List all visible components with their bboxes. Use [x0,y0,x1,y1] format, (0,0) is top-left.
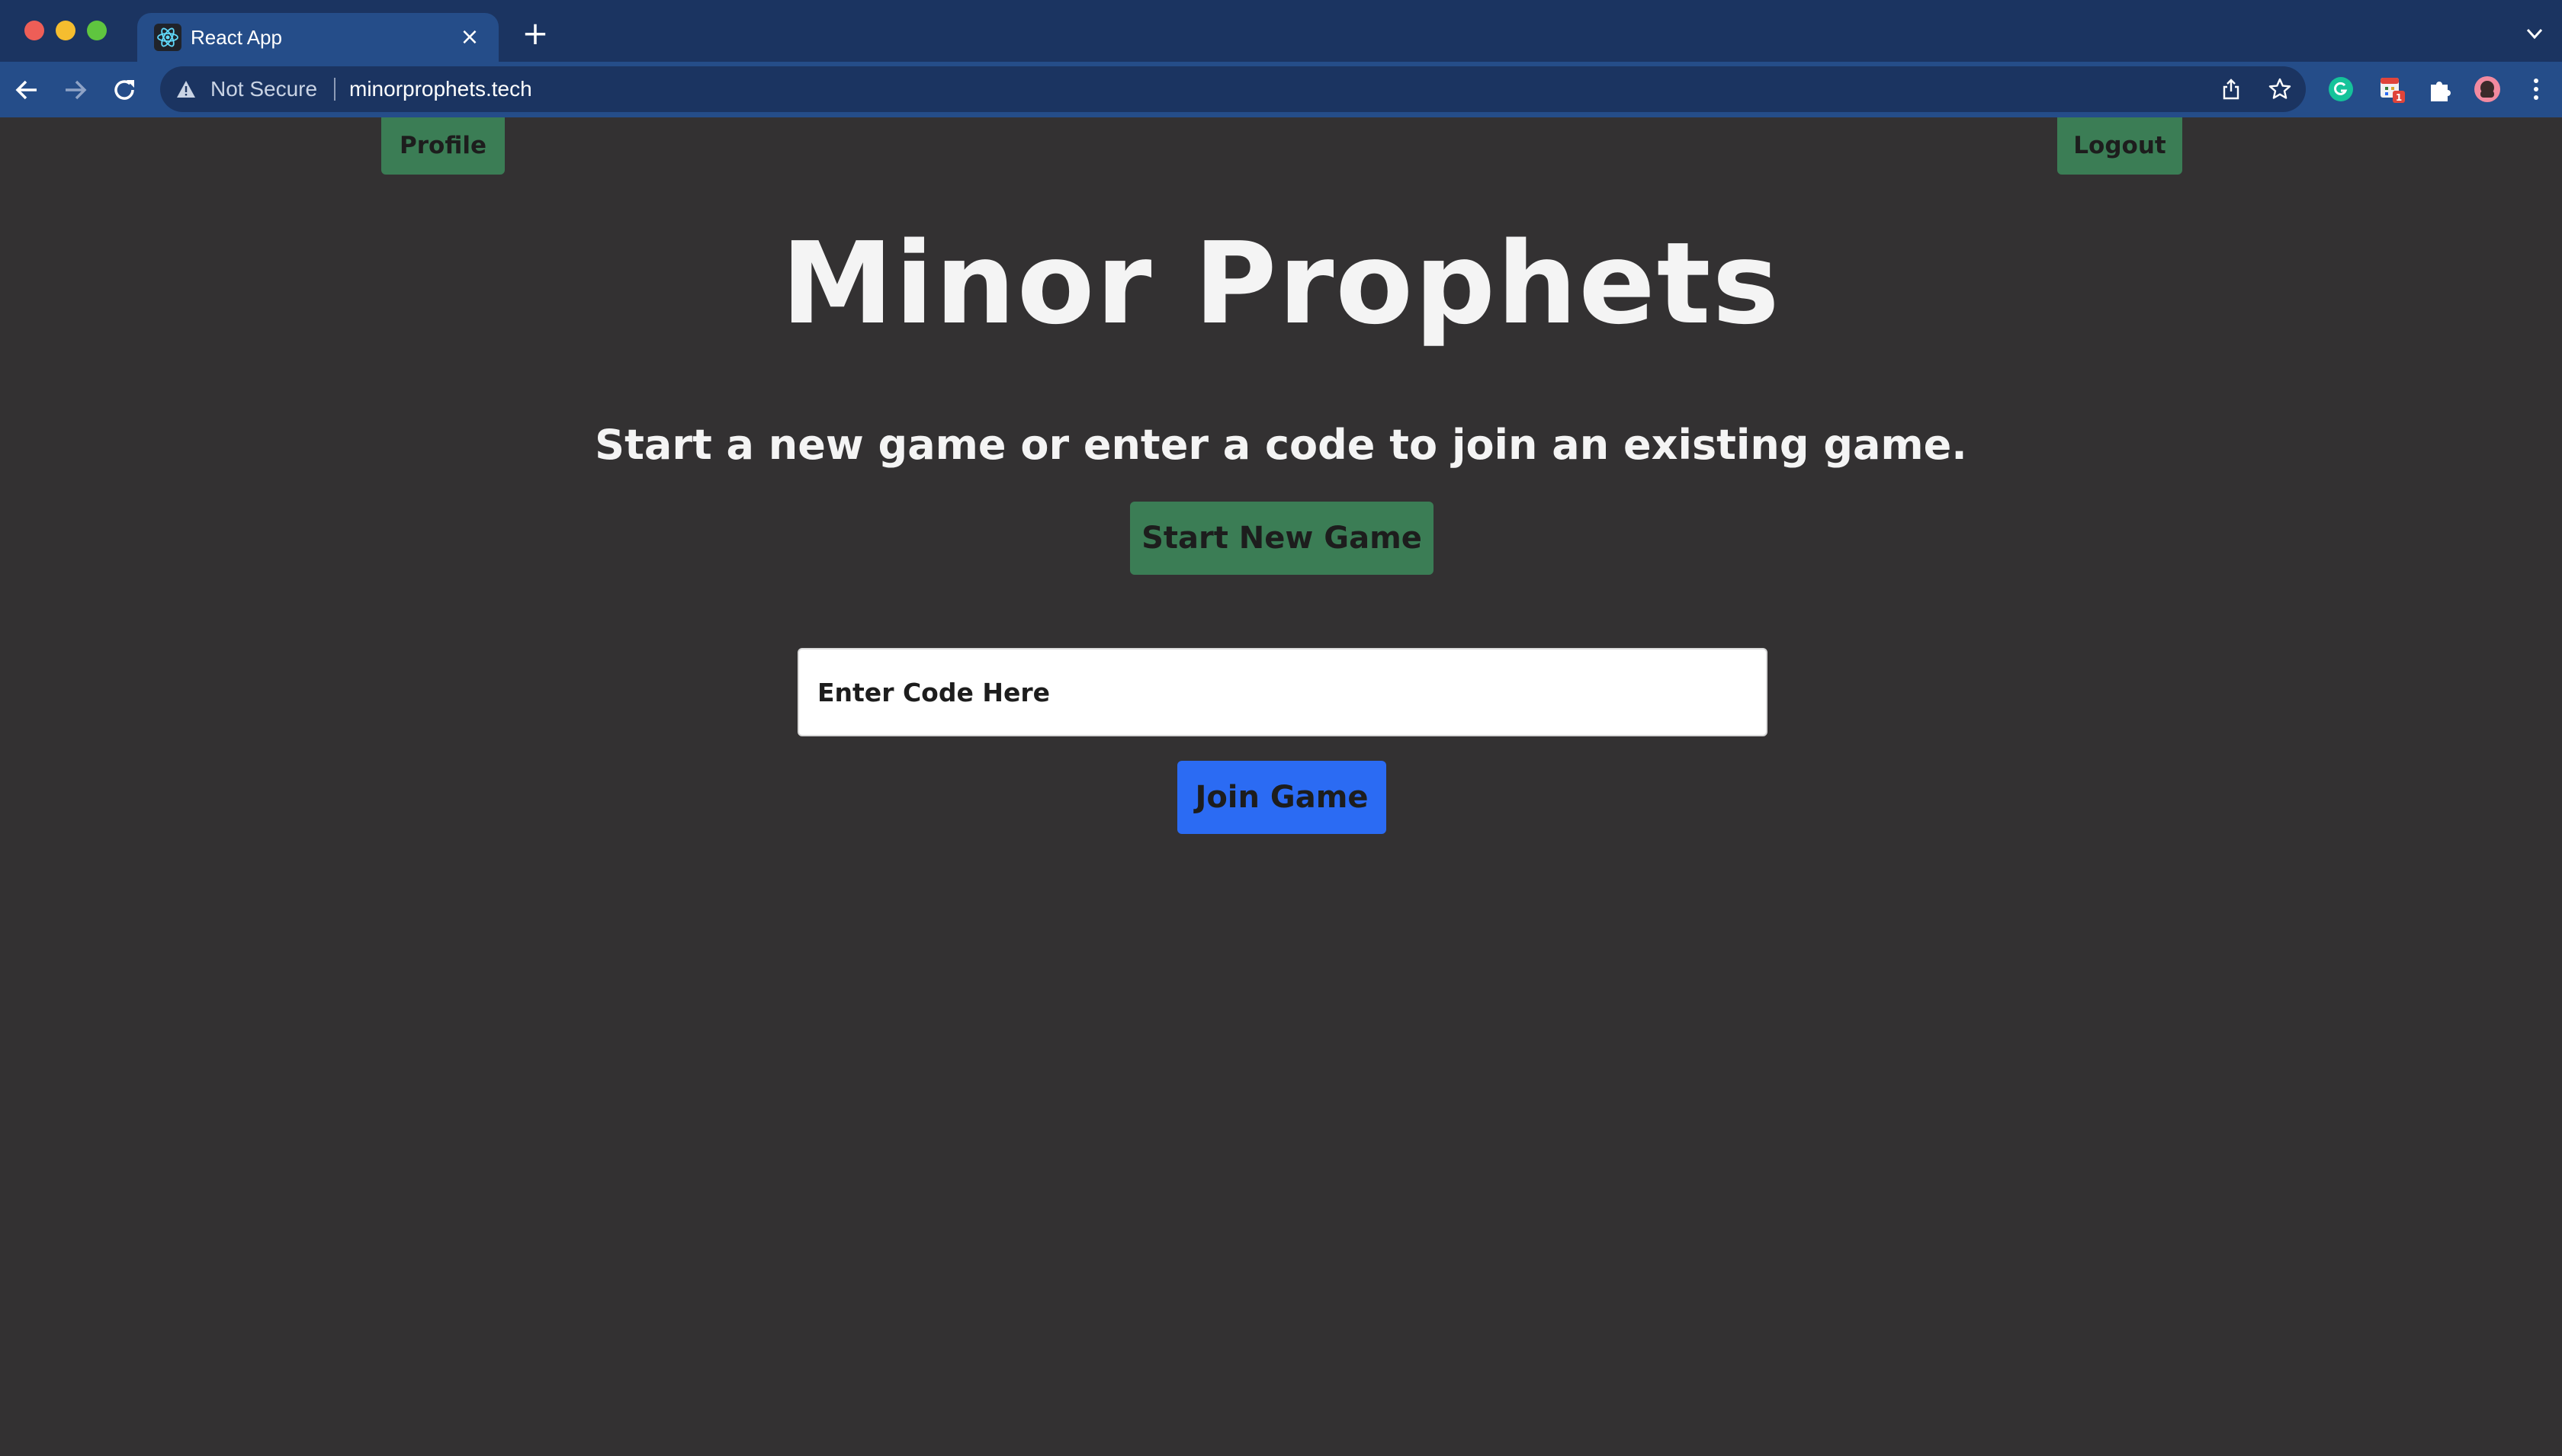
share-icon[interactable] [2219,77,2243,101]
new-tab-button[interactable]: + [520,18,551,50]
kebab-menu-icon[interactable] [2519,72,2553,106]
browser-toolbar: Not Secure minorprophets.tech 1 [0,62,2562,117]
reload-icon[interactable] [107,72,142,107]
close-window-button[interactable] [24,21,44,40]
join-game-button[interactable]: Join Game [1177,761,1386,834]
url-text[interactable]: minorprophets.tech [349,66,532,112]
game-code-input[interactable] [798,648,1767,736]
extensions-puzzle-icon[interactable] [2423,72,2457,106]
logout-button[interactable]: Logout [2057,117,2182,175]
grammarly-icon[interactable] [2324,72,2358,106]
tab-title: React App [191,26,282,49]
security-status-label[interactable]: Not Secure [210,66,317,112]
profile-avatar-icon[interactable] [2470,72,2504,106]
minimize-window-button[interactable] [56,21,75,40]
page-subtitle: Start a new game or enter a code to join… [595,421,1967,469]
profile-button[interactable]: Profile [381,117,505,175]
tab-close-icon[interactable]: × [454,22,485,53]
back-arrow-icon[interactable] [9,72,44,107]
browser-tab[interactable]: React App × [137,13,499,62]
address-bar-divider [334,78,336,101]
warning-icon[interactable] [175,79,197,100]
browser-tabstrip: React App × + [0,0,2562,62]
start-new-game-button[interactable]: Start New Game [1130,502,1434,575]
page-content: Profile Logout Minor Prophets Start a ne… [0,117,2562,1456]
address-bar[interactable]: Not Secure minorprophets.tech [160,66,2306,112]
forward-arrow-icon[interactable] [58,72,93,107]
fullscreen-window-button[interactable] [87,21,107,40]
tab-search-chevron-icon[interactable] [2521,20,2548,47]
extension-badge: 1 [2396,92,2402,103]
star-icon[interactable] [2268,77,2292,101]
calendar-extension-icon[interactable]: 1 [2374,72,2408,106]
react-favicon-icon [154,24,181,51]
page-title: Minor Prophets [781,218,1781,349]
